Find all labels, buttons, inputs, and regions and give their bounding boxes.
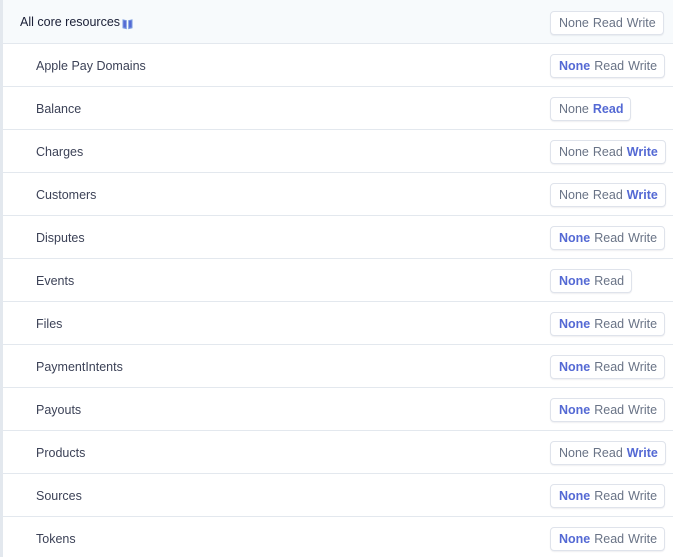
tokens-option-read[interactable]: Read bbox=[592, 532, 626, 546]
all-core-resources-option-none[interactable]: None bbox=[557, 16, 591, 30]
apple-pay-domains-option-write[interactable]: Write bbox=[626, 59, 659, 73]
files-permission-selector[interactable]: None Read Write bbox=[550, 312, 666, 336]
customers-option-read[interactable]: Read bbox=[591, 188, 625, 202]
resource-row-sources: Sources None Read Write bbox=[3, 474, 673, 517]
payouts-option-write[interactable]: Write bbox=[626, 403, 659, 417]
tokens-permission-selector[interactable]: None Read Write bbox=[550, 527, 666, 551]
sources-permission-selector[interactable]: None Read Write bbox=[550, 484, 666, 508]
all-core-resources-row: All core resources None Read Write bbox=[3, 0, 673, 44]
resource-row-tokens: Tokens None Read Write bbox=[3, 517, 673, 557]
resource-label-charges: Charges bbox=[36, 145, 84, 159]
charges-option-read[interactable]: Read bbox=[591, 145, 625, 159]
events-option-read[interactable]: Read bbox=[592, 274, 626, 288]
all-core-resources-label: All core resources bbox=[20, 15, 121, 29]
resource-row-files: Files None Read Write bbox=[3, 302, 673, 345]
paymentintents-option-none[interactable]: None bbox=[557, 360, 592, 374]
balance-option-read[interactable]: Read bbox=[591, 102, 626, 116]
products-option-read[interactable]: Read bbox=[591, 446, 625, 460]
files-option-write[interactable]: Write bbox=[626, 317, 659, 331]
charges-permission-selector[interactable]: None Read Write bbox=[550, 140, 666, 164]
balance-option-none[interactable]: None bbox=[557, 102, 591, 116]
resource-label-customers: Customers bbox=[36, 188, 97, 202]
apple-pay-domains-option-none[interactable]: None bbox=[557, 59, 592, 73]
products-option-write[interactable]: Write bbox=[625, 446, 660, 460]
files-option-none[interactable]: None bbox=[557, 317, 592, 331]
resource-row-customers: Customers None Read Write bbox=[3, 173, 673, 216]
events-permission-selector[interactable]: None Read bbox=[550, 269, 633, 293]
resource-row-paymentintents: PaymentIntents None Read Write bbox=[3, 345, 673, 388]
book-icon[interactable] bbox=[122, 17, 133, 30]
payouts-option-read[interactable]: Read bbox=[592, 403, 626, 417]
apple-pay-domains-permission-selector[interactable]: None Read Write bbox=[550, 54, 666, 78]
resource-row-products: Products None Read Write bbox=[3, 431, 673, 474]
customers-permission-selector[interactable]: None Read Write bbox=[550, 183, 666, 207]
charges-option-none[interactable]: None bbox=[557, 145, 591, 159]
all-core-resources-option-write[interactable]: Write bbox=[625, 16, 658, 30]
products-option-none[interactable]: None bbox=[557, 446, 591, 460]
products-permission-selector[interactable]: None Read Write bbox=[550, 441, 666, 465]
resource-row-charges: Charges None Read Write bbox=[3, 130, 673, 173]
resource-label-products: Products bbox=[36, 446, 86, 460]
sources-option-read[interactable]: Read bbox=[592, 489, 626, 503]
resource-row-apple-pay-domains: Apple Pay Domains None Read Write bbox=[3, 44, 673, 87]
charges-option-write[interactable]: Write bbox=[625, 145, 660, 159]
resource-label-sources: Sources bbox=[36, 489, 82, 503]
resource-label-events: Events bbox=[36, 274, 75, 288]
disputes-option-write[interactable]: Write bbox=[626, 231, 659, 245]
permissions-panel: All core resources None Read Write Apple P… bbox=[0, 0, 673, 557]
resource-row-balance: Balance None Read bbox=[3, 87, 673, 130]
resource-label-files: Files bbox=[36, 317, 63, 331]
balance-permission-selector[interactable]: None Read bbox=[550, 97, 632, 121]
customers-option-write[interactable]: Write bbox=[625, 188, 660, 202]
payouts-permission-selector[interactable]: None Read Write bbox=[550, 398, 666, 422]
resource-label-disputes: Disputes bbox=[36, 231, 85, 245]
paymentintents-option-write[interactable]: Write bbox=[626, 360, 659, 374]
resource-row-payouts: Payouts None Read Write bbox=[3, 388, 673, 431]
resource-row-disputes: Disputes None Read Write bbox=[3, 216, 673, 259]
files-option-read[interactable]: Read bbox=[592, 317, 626, 331]
payouts-option-none[interactable]: None bbox=[557, 403, 592, 417]
all-core-resources-permission-selector[interactable]: None Read Write bbox=[550, 11, 664, 35]
resource-label-apple-pay-domains: Apple Pay Domains bbox=[36, 59, 146, 73]
sources-option-write[interactable]: Write bbox=[626, 489, 659, 503]
disputes-permission-selector[interactable]: None Read Write bbox=[550, 226, 666, 250]
customers-option-none[interactable]: None bbox=[557, 188, 591, 202]
resource-list: Apple Pay Domains None Read Write Balance Non… bbox=[3, 44, 673, 557]
events-option-none[interactable]: None bbox=[557, 274, 592, 288]
resource-label-tokens: Tokens bbox=[36, 532, 76, 546]
disputes-option-none[interactable]: None bbox=[557, 231, 592, 245]
tokens-option-write[interactable]: Write bbox=[626, 532, 659, 546]
resource-label-payouts: Payouts bbox=[36, 403, 82, 417]
disputes-option-read[interactable]: Read bbox=[592, 231, 626, 245]
paymentintents-permission-selector[interactable]: None Read Write bbox=[550, 355, 666, 379]
resource-label-paymentintents: PaymentIntents bbox=[36, 360, 123, 374]
resource-row-events: Events None Read bbox=[3, 259, 673, 302]
paymentintents-option-read[interactable]: Read bbox=[592, 360, 626, 374]
resource-label-balance: Balance bbox=[36, 102, 82, 116]
all-core-resources-option-read[interactable]: Read bbox=[591, 16, 625, 30]
sources-option-none[interactable]: None bbox=[557, 489, 592, 503]
apple-pay-domains-option-read[interactable]: Read bbox=[592, 59, 626, 73]
tokens-option-none[interactable]: None bbox=[557, 532, 592, 546]
